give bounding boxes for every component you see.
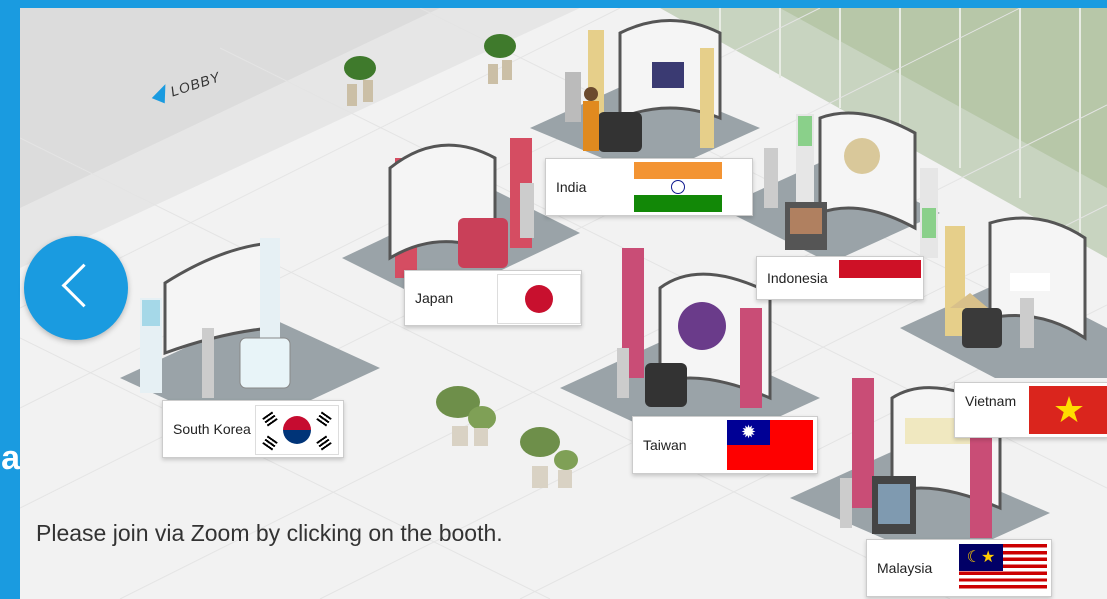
booth-label-south-korea[interactable]: South Korea xyxy=(162,400,344,458)
booth-label-taiwan[interactable]: Taiwan ✹ xyxy=(632,416,818,474)
booth-label-india[interactable]: India xyxy=(545,158,753,216)
booth-label-japan[interactable]: Japan xyxy=(404,270,582,326)
chevron-left-icon xyxy=(61,263,106,308)
booth-label-indonesia[interactable]: Indonesia xyxy=(756,256,924,300)
left-frame-bar xyxy=(0,0,20,599)
indonesia-flag-icon xyxy=(839,260,921,296)
booth-indonesia xyxy=(720,111,940,263)
booth-label-vietnam[interactable]: Vietnam ★ xyxy=(954,382,1107,438)
back-button[interactable] xyxy=(24,236,128,340)
booth-country-name: South Korea xyxy=(173,421,251,437)
malaysia-flag-icon: ☾★ xyxy=(959,544,1047,592)
south-korea-flag-icon xyxy=(255,405,339,455)
japan-flag-icon xyxy=(497,274,581,324)
side-letter: a xyxy=(1,439,20,477)
booth-country-name: India xyxy=(556,179,587,195)
tree-decoration xyxy=(436,386,578,488)
india-flag-icon xyxy=(634,162,722,212)
booth-country-name: Indonesia xyxy=(767,270,828,286)
vietnam-flag-icon: ★ xyxy=(1029,386,1107,434)
booth-label-malaysia[interactable]: Malaysia ☾★ xyxy=(866,539,1052,597)
exhibition-hall: LOBBY India Japan Indonesia Vietnam ★ So… xyxy=(20,8,1107,599)
top-frame-bar xyxy=(0,0,1107,8)
booth-country-name: Vietnam xyxy=(965,393,1017,409)
booth-country-name: Taiwan xyxy=(643,437,687,453)
booth-country-name: Japan xyxy=(415,290,454,306)
taiwan-flag-icon: ✹ xyxy=(727,420,813,470)
booth-country-name: Malaysia xyxy=(877,560,933,576)
instruction-text: Please join via Zoom by clicking on the … xyxy=(36,520,503,546)
